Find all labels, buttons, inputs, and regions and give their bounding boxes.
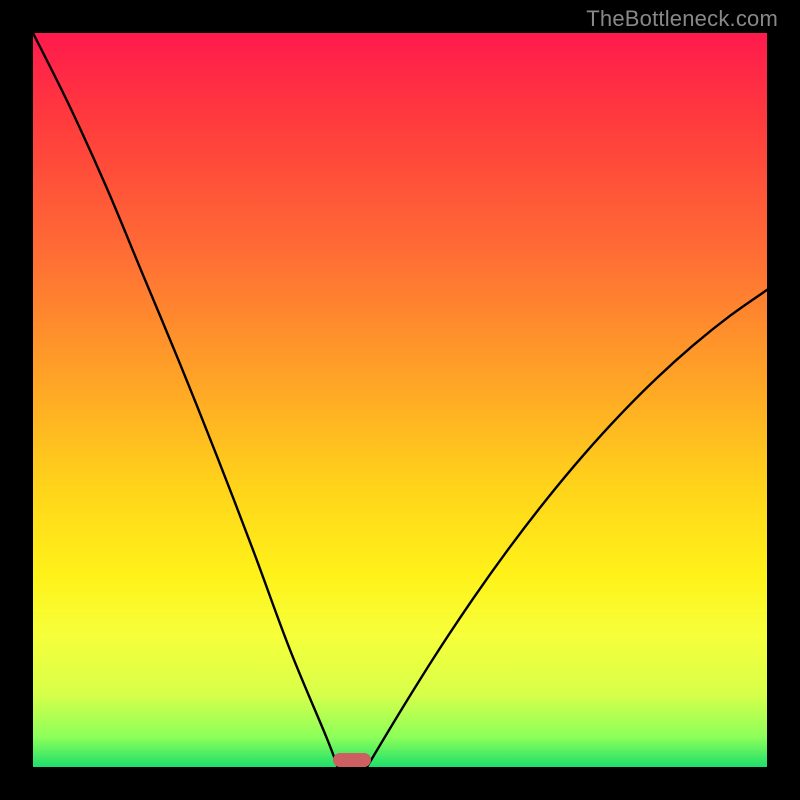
chart-curve <box>33 33 767 767</box>
bottleneck-marker <box>333 753 371 767</box>
chart-frame: TheBottleneck.com <box>0 0 800 800</box>
watermark-text: TheBottleneck.com <box>586 6 778 32</box>
chart-plot-area <box>33 33 767 767</box>
